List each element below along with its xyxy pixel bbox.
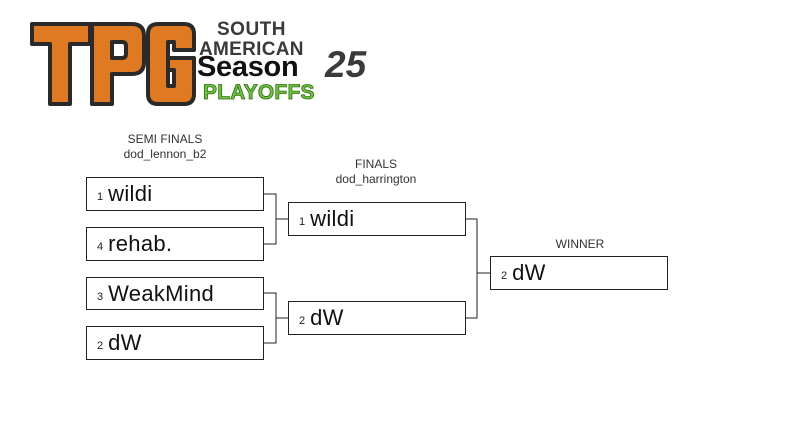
semi2-top-slot: 3 WeakMind xyxy=(86,277,264,310)
team-name: rehab. xyxy=(108,231,173,256)
seed-number: 2 xyxy=(97,340,104,352)
team-name: WeakMind xyxy=(108,280,215,306)
team-name: wildi xyxy=(108,181,153,206)
semi2-bottom-slot: 2 dW xyxy=(86,326,264,360)
final-top-slot: 1 wildi xyxy=(288,202,466,236)
final-bottom-slot: 2 dW xyxy=(288,301,466,335)
semi1-top-slot: 1 wildi xyxy=(86,177,264,211)
team-name: wildi xyxy=(310,206,355,231)
team-name: dW xyxy=(512,260,546,285)
seed-number: 2 xyxy=(299,315,306,327)
seed-number: 4 xyxy=(97,241,104,253)
team-name: dW xyxy=(310,305,344,330)
team-name: dW xyxy=(108,330,142,355)
winner-slot: 2 dW xyxy=(490,256,668,290)
seed-number: 1 xyxy=(299,216,306,228)
seed-number: 2 xyxy=(501,270,508,282)
seed-number: 1 xyxy=(97,191,104,203)
seed-number: 3 xyxy=(97,290,104,303)
semi1-bottom-slot: 4 rehab. xyxy=(86,227,264,261)
